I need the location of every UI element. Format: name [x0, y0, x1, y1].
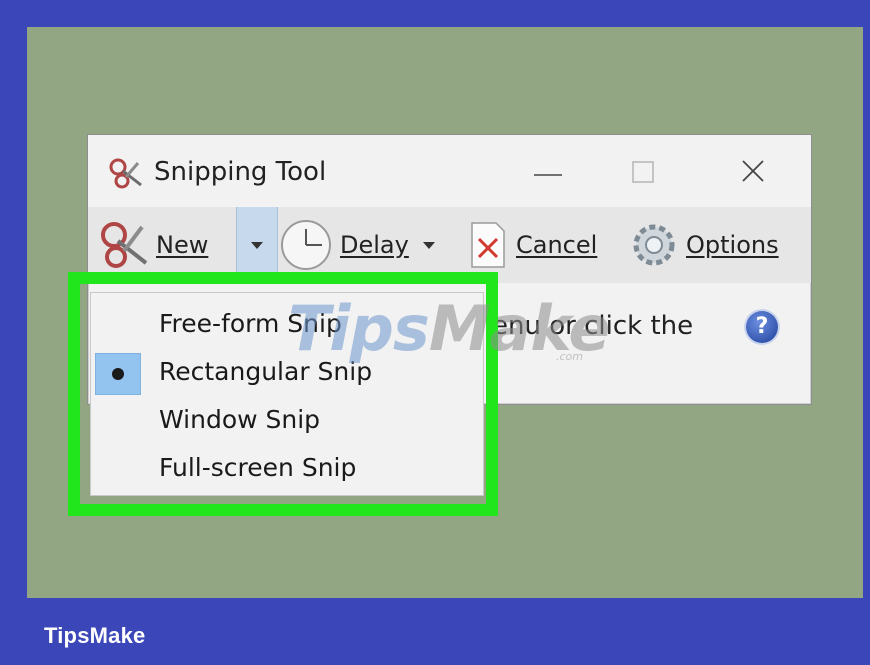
- minimize-icon: [534, 174, 562, 176]
- options-label: Options: [686, 231, 779, 259]
- scissors-icon: [109, 158, 142, 189]
- chevron-down-icon: [251, 241, 263, 249]
- check-area: [95, 401, 139, 441]
- new-label: New: [156, 231, 209, 259]
- footer-brand: TipsMake: [44, 623, 146, 648]
- title-bar: Snipping Tool: [88, 135, 811, 207]
- minimize-button[interactable]: [518, 153, 578, 193]
- options-button[interactable]: Options: [628, 207, 808, 283]
- help-icon[interactable]: ?: [746, 311, 778, 343]
- delay-label: Delay: [340, 231, 409, 259]
- menu-item-label: Window Snip: [159, 405, 321, 434]
- close-button[interactable]: [723, 153, 783, 193]
- radio-bullet-icon: [112, 368, 124, 380]
- menu-item-label: Full-screen Snip: [159, 453, 357, 482]
- watermark-part1: Tips: [288, 292, 430, 365]
- watermark-suffix: .com: [556, 350, 583, 363]
- gear-icon: [633, 224, 675, 266]
- maximize-button[interactable]: [613, 153, 673, 193]
- scissors-icon: [101, 222, 148, 268]
- close-icon: [742, 160, 764, 182]
- maximize-icon: [632, 161, 654, 183]
- menu-item-window-snip[interactable]: Window Snip: [91, 397, 483, 445]
- chevron-down-icon: [422, 241, 435, 249]
- cancel-label: Cancel: [516, 231, 598, 259]
- menu-item-full-screen-snip[interactable]: Full-screen Snip: [91, 445, 483, 493]
- window-title: Snipping Tool: [154, 157, 327, 187]
- cancel-icon: [471, 222, 505, 268]
- clock-icon: [281, 220, 331, 270]
- check-area: [95, 353, 141, 395]
- check-area: [95, 449, 139, 489]
- check-area: [95, 305, 139, 345]
